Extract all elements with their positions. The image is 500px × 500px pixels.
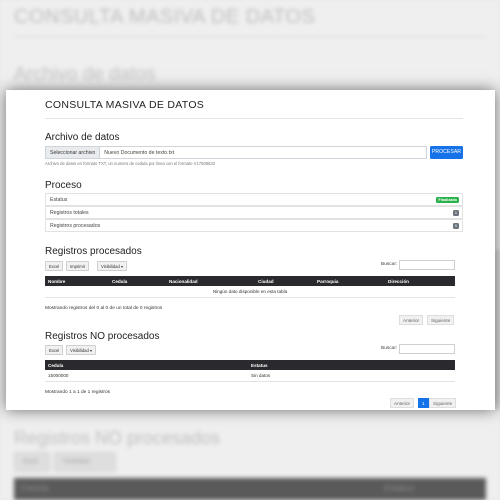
col-direccion[interactable]: Dirección: [388, 279, 409, 284]
processed-search-label: Buscar:: [381, 262, 398, 267]
background-section-file: Archivo de datos: [14, 64, 156, 85]
not-processed-table-header: Cedula Estatus: [45, 360, 455, 370]
file-name-field[interactable]: Nuevo Documento de texto.txt: [100, 146, 427, 159]
table-row: Ningún dato disponible en esta tabla: [45, 286, 455, 298]
visibility-label: Visibilidad: [70, 348, 89, 353]
process-button[interactable]: PROCESAR: [430, 146, 463, 159]
chevron-down-icon: ▾: [120, 264, 124, 269]
processed-section-heading: Registros procesados: [45, 246, 142, 257]
empty-table-text: Ningún dato disponible en esta tabla: [212, 289, 288, 294]
processed-badge: 0: [452, 223, 459, 229]
col-nacionalidad[interactable]: Nacionalidad: [169, 279, 198, 284]
not-processed-prev-button[interactable]: Anterior: [390, 398, 415, 408]
file-input-row: Seleccionar archivo Nuevo Documento de t…: [45, 146, 463, 159]
page-title: CONSULTA MASIVA DE DATOS: [45, 99, 205, 111]
processed-search-input[interactable]: [399, 260, 455, 270]
processed-info-text: Mostrando registros del 0 al 0 de un tot…: [45, 306, 163, 311]
title-divider: [45, 118, 463, 119]
processed-table-header: Nombre Cedula Nacionalidad Ciudad Parroq…: [45, 276, 455, 286]
visibility-label: Visibilidad: [101, 264, 120, 269]
file-section-heading: Archivo de datos: [45, 132, 120, 143]
not-processed-excel-button[interactable]: Excel: [45, 345, 64, 355]
processed-excel-button[interactable]: Excel: [45, 261, 64, 271]
col-ciudad[interactable]: Ciudad: [258, 279, 274, 284]
processed-next-button[interactable]: Siguiente: [427, 315, 455, 325]
not-processed-next-button[interactable]: Siguiente: [429, 398, 457, 408]
background-divider: [14, 36, 486, 37]
status-badge: Finalizado: [436, 197, 459, 203]
col-cedula[interactable]: Cedula: [48, 363, 63, 368]
background-section-not-processed: Registros NO procesados: [14, 428, 221, 448]
background-table-header: Cedula Estatus: [14, 478, 486, 500]
total-label: Registros totales: [50, 210, 89, 216]
not-processed-section-heading: Registros NO procesados: [45, 331, 160, 342]
file-help-text: Archivo de datos en formato TXT, un nume…: [45, 161, 216, 166]
not-processed-search-input[interactable]: [399, 344, 455, 354]
cell-estatus: Sin datos: [251, 373, 271, 378]
background-page-title: CONSULTA MASIVA DE DATOS: [14, 6, 316, 28]
process-section-heading: Proceso: [45, 180, 82, 191]
select-file-button[interactable]: Seleccionar archivo: [45, 146, 101, 159]
not-processed-page-1[interactable]: 1: [418, 398, 429, 408]
col-nombre[interactable]: Nombre: [48, 279, 65, 284]
processed-prev-button[interactable]: Anterior: [399, 315, 424, 325]
chevron-down-icon: ▾: [89, 348, 93, 353]
table-row: 15000000 Sin datos: [45, 370, 455, 382]
not-processed-search-label: Buscar:: [381, 346, 398, 351]
col-parroquia[interactable]: Parroquia: [317, 279, 338, 284]
col-estatus[interactable]: Estatus: [251, 363, 268, 368]
processed-label: Registros procesados: [50, 223, 101, 229]
consulta-card: CONSULTA MASIVA DE DATOS Archivo de dato…: [6, 90, 495, 410]
process-row-processed: Registros procesados 0: [45, 219, 463, 232]
col-cedula[interactable]: Cedula: [112, 279, 127, 284]
process-row-total: Registros totales 1: [45, 206, 463, 219]
not-processed-visibility-button[interactable]: Visibilidad ▾: [66, 345, 97, 355]
process-row-status: Estatus Finalizado: [45, 193, 463, 206]
total-badge: 1: [452, 210, 459, 216]
processed-print-button[interactable]: Imprimir: [66, 261, 90, 271]
background-excel-button: Excel: [14, 452, 50, 472]
status-label: Estatus: [50, 197, 68, 203]
not-processed-info-text: Mostrando 1 a 1 de 1 registros: [45, 390, 111, 395]
cell-cedula: 15000000: [48, 373, 69, 378]
processed-visibility-button[interactable]: Visibilidad ▾: [97, 261, 128, 271]
background-visibility-button: Visibilidad: [54, 452, 116, 472]
